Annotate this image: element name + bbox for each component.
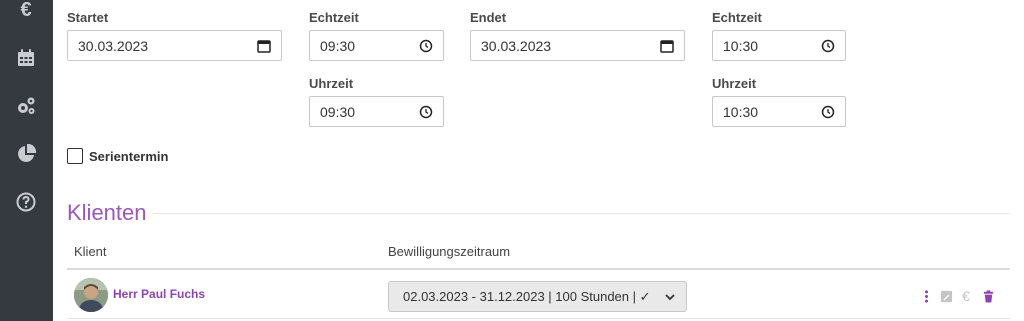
series-checkbox-row[interactable]: Serientermin — [67, 148, 168, 164]
start-realtime-value: 09:30 — [320, 37, 356, 54]
end-realtime-label: Echtzeit — [712, 10, 762, 25]
period-select[interactable]: 02.03.2023 - 31.12.2023 | 100 Stunden | … — [388, 281, 687, 312]
more-options-icon[interactable] — [919, 288, 933, 304]
table-header-divider — [67, 268, 1010, 270]
help-icon[interactable] — [12, 190, 40, 214]
end-realtime-input[interactable]: 10:30 — [712, 30, 846, 61]
euro-action-glyph: € — [962, 288, 970, 304]
client-name-link[interactable]: Herr Paul Fuchs — [113, 287, 205, 301]
start-realtime-input[interactable]: 09:30 — [309, 30, 444, 61]
row-divider — [67, 318, 1010, 319]
clock-icon[interactable] — [821, 105, 835, 119]
cogs-icon[interactable] — [12, 94, 40, 118]
start-label: Startet — [67, 10, 109, 25]
edit-icon[interactable] — [939, 288, 953, 304]
main-content: Startet 30.03.2023 Echtzeit 09:30 Uhrzei… — [53, 0, 1024, 321]
clock-icon[interactable] — [821, 39, 835, 53]
trash-icon[interactable] — [981, 288, 995, 304]
end-time-input[interactable]: 10:30 — [712, 96, 846, 127]
avatar — [74, 278, 108, 312]
end-time-value: 10:30 — [723, 103, 759, 120]
section-divider — [153, 213, 1010, 214]
euro-action-icon[interactable]: € — [959, 288, 973, 304]
start-date-value: 30.03.2023 — [78, 37, 149, 54]
calendar-icon[interactable] — [660, 39, 674, 53]
series-label: Serientermin — [89, 148, 169, 164]
end-time-label: Uhrzeit — [712, 76, 757, 91]
clock-icon[interactable] — [419, 39, 433, 53]
chevron-down-icon — [665, 293, 675, 300]
euro-icon[interactable]: € — [12, 0, 40, 22]
end-realtime-value: 10:30 — [723, 37, 759, 54]
calendar-icon[interactable] — [12, 46, 40, 70]
start-time-value: 09:30 — [320, 103, 356, 120]
series-checkbox[interactable] — [67, 148, 83, 164]
end-date-value: 30.03.2023 — [481, 37, 552, 54]
euro-glyph: € — [20, 0, 32, 21]
calendar-icon[interactable] — [257, 39, 271, 53]
end-date-input[interactable]: 30.03.2023 — [470, 30, 685, 61]
clients-section-title: Klienten — [67, 200, 147, 225]
period-select-value: 02.03.2023 - 31.12.2023 | 100 Stunden | … — [403, 288, 651, 304]
start-realtime-label: Echtzeit — [309, 10, 359, 25]
sidebar: € — [0, 0, 53, 321]
clock-icon[interactable] — [419, 105, 433, 119]
start-time-input[interactable]: 09:30 — [309, 96, 444, 127]
end-label: Endet — [470, 10, 507, 25]
column-header-period: Bewilligungszeitraum — [388, 244, 511, 259]
start-time-label: Uhrzeit — [309, 76, 354, 91]
app-root: € Startet 30.03.2023 Echtzeit 09:30 Uhrz… — [0, 0, 1024, 321]
pie-chart-icon[interactable] — [12, 142, 40, 166]
column-header-client: Klient — [74, 244, 107, 259]
start-date-input[interactable]: 30.03.2023 — [67, 30, 282, 61]
